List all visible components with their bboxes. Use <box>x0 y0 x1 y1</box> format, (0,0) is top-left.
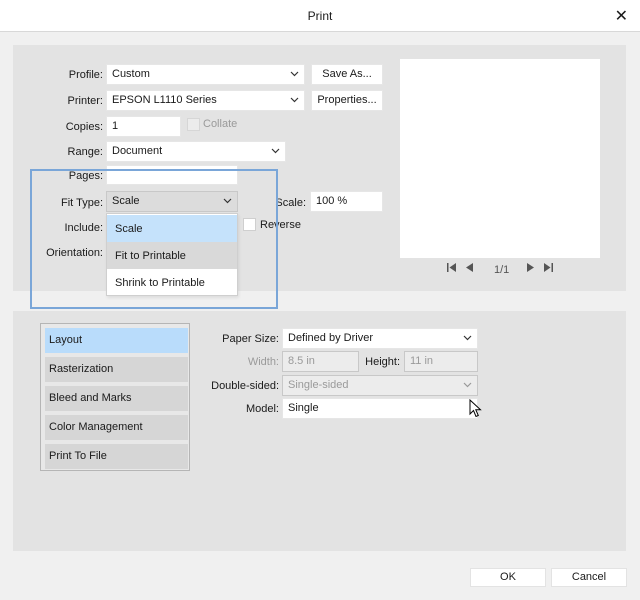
chevron-down-icon <box>271 146 280 155</box>
save-as-button[interactable]: Save As... <box>311 64 383 85</box>
double-sided-label: Double-sided: <box>211 380 279 392</box>
model-select[interactable]: Single <box>282 398 478 419</box>
printer-value: EPSON L1110 Series <box>112 94 217 106</box>
scale-input[interactable]: 100 % <box>310 191 383 212</box>
width-label: Width: <box>247 356 279 368</box>
next-page-icon[interactable] <box>525 262 536 276</box>
profile-select[interactable]: Custom <box>106 64 305 85</box>
category-color-management[interactable]: Color Management <box>45 415 188 440</box>
collate-label: Collate <box>203 118 238 130</box>
profile-label: Profile: <box>68 69 103 81</box>
mouse-cursor-icon <box>469 398 483 422</box>
title-bar: Print ✕ <box>0 0 640 32</box>
copies-input[interactable]: 1 <box>106 116 181 137</box>
range-label: Range: <box>67 146 103 158</box>
first-page-icon[interactable] <box>446 262 457 276</box>
category-rasterization[interactable]: Rasterization <box>45 357 188 382</box>
double-sided-value: Single-sided <box>288 379 349 391</box>
copies-label: Copies: <box>65 121 103 133</box>
chevron-down-icon <box>463 333 472 342</box>
category-bleed-and-marks[interactable]: Bleed and Marks <box>45 386 188 411</box>
width-input[interactable]: 8.5 in <box>282 351 359 372</box>
model-label: Model: <box>245 403 279 415</box>
paper-size-label: Paper Size: <box>222 333 279 345</box>
highlight-box <box>30 169 278 309</box>
range-select[interactable]: Document <box>106 141 286 162</box>
height-label: Height: <box>365 356 400 368</box>
chevron-down-icon <box>290 95 299 104</box>
ok-button[interactable]: OK <box>470 568 546 587</box>
paper-size-select[interactable]: Defined by Driver <box>282 328 478 349</box>
cancel-button[interactable]: Cancel <box>551 568 627 587</box>
category-print-to-file[interactable]: Print To File <box>45 444 188 469</box>
double-sided-select[interactable]: Single-sided <box>282 375 478 396</box>
model-value: Single <box>288 402 319 414</box>
category-layout[interactable]: Layout <box>45 328 188 353</box>
window-title: Print <box>307 9 333 23</box>
printer-label: Printer: <box>67 95 103 107</box>
print-preview <box>400 59 600 258</box>
collate-checkbox[interactable] <box>187 118 200 131</box>
printer-select[interactable]: EPSON L1110 Series <box>106 90 305 111</box>
page-indicator: 1/1 <box>494 264 510 276</box>
range-value: Document <box>112 145 163 157</box>
last-page-icon[interactable] <box>543 262 554 276</box>
properties-button[interactable]: Properties... <box>311 90 383 111</box>
prev-page-icon[interactable] <box>464 262 475 276</box>
close-icon[interactable]: ✕ <box>615 6 628 26</box>
chevron-down-icon <box>290 69 299 78</box>
chevron-down-icon <box>463 380 472 389</box>
category-list: Layout Rasterization Bleed and Marks Col… <box>40 323 190 471</box>
height-input[interactable]: 11 in <box>404 351 478 372</box>
profile-value: Custom <box>112 68 150 80</box>
paper-size-value: Defined by Driver <box>288 332 373 344</box>
